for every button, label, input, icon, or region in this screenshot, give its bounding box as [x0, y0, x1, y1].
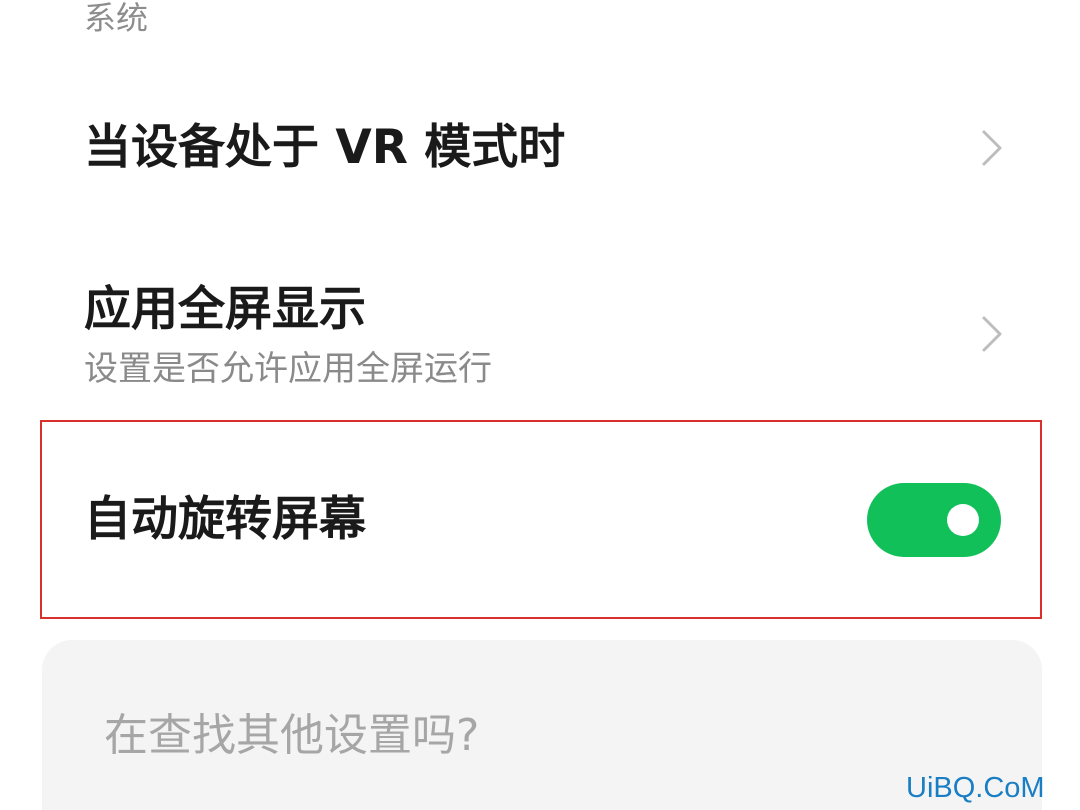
setting-row-vr-mode[interactable]: 当设备处于 VR 模式时 [0, 88, 1080, 218]
toggle-knob [947, 504, 979, 536]
search-suggestion-text: 在查找其他设置吗? [104, 710, 480, 761]
settings-page: 系统 当设备处于 VR 模式时 应用全屏显示 设置是否允许应用全屏运行 自动旋转… [0, 0, 1080, 810]
chevron-right-icon [982, 130, 1002, 166]
vr-mode-title: 当设备处于 VR 模式时 [84, 120, 566, 175]
app-fullscreen-subtitle: 设置是否允许应用全屏运行 [84, 349, 492, 389]
chevron-right-icon [982, 316, 1002, 352]
auto-rotate-toggle[interactable] [867, 483, 1001, 557]
app-fullscreen-title: 应用全屏显示 [84, 282, 366, 337]
section-header-system: 系统 [84, 0, 149, 37]
setting-row-app-fullscreen[interactable]: 应用全屏显示 设置是否允许应用全屏运行 [0, 268, 1080, 408]
watermark: UiBQ.CoM [906, 772, 1045, 804]
